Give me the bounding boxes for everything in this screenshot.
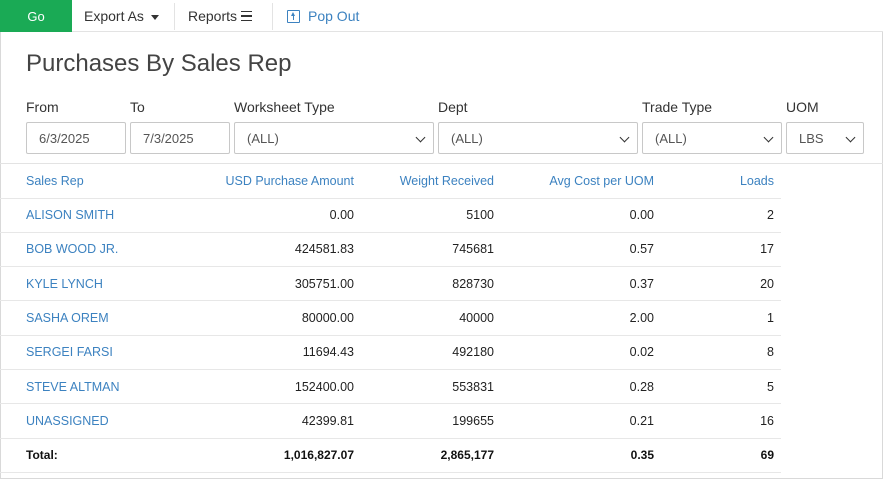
- table-row: KYLE LYNCH 305751.00 828730 0.37 20: [0, 266, 781, 302]
- hamburger-icon: [241, 11, 253, 21]
- column-header-usd-purchase-amount[interactable]: USD Purchase Amount: [160, 164, 354, 199]
- table-row: BOB WOOD JR. 424581.83 745681 0.57 17: [0, 232, 781, 268]
- go-button[interactable]: Go: [0, 0, 72, 32]
- chevron-down-icon: [415, 132, 426, 143]
- row-spacer: [774, 266, 781, 302]
- table-header-row: Sales Rep USD Purchase Amount Weight Rec…: [0, 164, 781, 199]
- column-header-weight-received[interactable]: Weight Received: [354, 164, 494, 199]
- to-label: To: [130, 99, 145, 115]
- dept-label: Dept: [438, 99, 468, 115]
- column-header-loads[interactable]: Loads: [654, 164, 774, 199]
- sales-rep-link[interactable]: ALISON SMITH: [0, 198, 160, 233]
- usd-amount-cell: 152400.00: [160, 369, 354, 405]
- trade-type-label: Trade Type: [642, 99, 713, 115]
- uom-value: LBS: [799, 130, 824, 146]
- trade-type-value: (ALL): [655, 130, 687, 146]
- row-spacer: [774, 300, 781, 336]
- usd-amount-cell: 424581.83: [160, 232, 354, 268]
- from-label: From: [26, 99, 59, 115]
- table-row: ALISON SMITH 0.00 5100 0.00 2: [0, 198, 781, 233]
- weight-cell: 5100: [354, 198, 494, 233]
- export-as-label: Export As: [84, 8, 144, 24]
- chevron-down-icon: [845, 132, 856, 143]
- row-spacer: [774, 369, 781, 405]
- row-spacer: [774, 198, 781, 233]
- weight-cell: 492180: [354, 335, 494, 370]
- usd-amount-cell: 42399.81: [160, 403, 354, 439]
- page-title: Purchases By Sales Rep: [26, 50, 292, 77]
- worksheet-type-value: (ALL): [247, 130, 279, 146]
- dept-select[interactable]: (ALL): [438, 122, 638, 154]
- toolbar: Go Export As Reports Pop Out: [0, 0, 883, 32]
- column-spacer: [774, 164, 781, 199]
- row-spacer: [774, 438, 781, 473]
- usd-amount-cell: 80000.00: [160, 300, 354, 336]
- sales-rep-link[interactable]: KYLE LYNCH: [0, 266, 160, 302]
- loads-cell: 5: [654, 369, 774, 405]
- weight-cell: 40000: [354, 300, 494, 336]
- uom-label: UOM: [786, 99, 819, 115]
- avg-cost-cell: 0.57: [494, 232, 654, 268]
- pop-out-button[interactable]: Pop Out: [287, 0, 359, 32]
- reports-menu[interactable]: Reports: [188, 0, 253, 32]
- export-as-dropdown[interactable]: Export As: [84, 0, 159, 32]
- column-header-sales-rep[interactable]: Sales Rep: [0, 164, 160, 199]
- reports-label: Reports: [188, 8, 238, 24]
- loads-cell: 8: [654, 335, 774, 370]
- sales-rep-link[interactable]: BOB WOOD JR.: [0, 232, 160, 268]
- toolbar-divider: [174, 3, 175, 30]
- sales-rep-link[interactable]: SERGEI FARSI: [0, 335, 160, 370]
- table-row: SASHA OREM 80000.00 40000 2.00 1: [0, 300, 781, 336]
- sales-rep-table: Sales Rep USD Purchase Amount Weight Rec…: [0, 164, 781, 473]
- total-loads: 69: [654, 438, 774, 473]
- total-weight: 2,865,177: [354, 438, 494, 473]
- row-spacer: [774, 403, 781, 439]
- loads-cell: 2: [654, 198, 774, 233]
- weight-cell: 199655: [354, 403, 494, 439]
- table-total-row: Total: 1,016,827.07 2,865,177 0.35 69: [0, 438, 781, 473]
- total-avg-cost: 0.35: [494, 438, 654, 473]
- loads-cell: 1: [654, 300, 774, 336]
- avg-cost-cell: 0.00: [494, 198, 654, 233]
- sales-rep-link[interactable]: SASHA OREM: [0, 300, 160, 336]
- weight-cell: 745681: [354, 232, 494, 268]
- loads-cell: 16: [654, 403, 774, 439]
- dept-value: (ALL): [451, 130, 483, 146]
- total-usd-amount: 1,016,827.07: [160, 438, 354, 473]
- table-row: STEVE ALTMAN 152400.00 553831 0.28 5: [0, 369, 781, 405]
- trade-type-select[interactable]: (ALL): [642, 122, 782, 154]
- worksheet-type-label: Worksheet Type: [234, 99, 335, 115]
- from-date-input[interactable]: 6/3/2025: [26, 122, 126, 154]
- column-header-avg-cost[interactable]: Avg Cost per UOM: [494, 164, 654, 199]
- loads-cell: 20: [654, 266, 774, 302]
- weight-cell: 828730: [354, 266, 494, 302]
- toolbar-divider: [272, 3, 273, 30]
- uom-select[interactable]: LBS: [786, 122, 864, 154]
- to-date-input[interactable]: 7/3/2025: [130, 122, 230, 154]
- avg-cost-cell: 0.02: [494, 335, 654, 370]
- loads-cell: 17: [654, 232, 774, 268]
- avg-cost-cell: 0.21: [494, 403, 654, 439]
- avg-cost-cell: 0.37: [494, 266, 654, 302]
- caret-down-icon: [150, 14, 159, 20]
- table-row: SERGEI FARSI 11694.43 492180 0.02 8: [0, 335, 781, 370]
- table-row: UNASSIGNED 42399.81 199655 0.21 16: [0, 403, 781, 439]
- chevron-down-icon: [763, 132, 774, 143]
- pop-out-icon: [287, 9, 300, 23]
- row-spacer: [774, 232, 781, 268]
- chevron-down-icon: [619, 132, 630, 143]
- total-label: Total:: [0, 438, 160, 473]
- avg-cost-cell: 2.00: [494, 300, 654, 336]
- usd-amount-cell: 11694.43: [160, 335, 354, 370]
- sales-rep-link[interactable]: STEVE ALTMAN: [0, 369, 160, 405]
- sales-rep-link[interactable]: UNASSIGNED: [0, 403, 160, 439]
- row-spacer: [774, 335, 781, 370]
- weight-cell: 553831: [354, 369, 494, 405]
- usd-amount-cell: 305751.00: [160, 266, 354, 302]
- worksheet-type-select[interactable]: (ALL): [234, 122, 434, 154]
- pop-out-label: Pop Out: [308, 8, 360, 24]
- avg-cost-cell: 0.28: [494, 369, 654, 405]
- usd-amount-cell: 0.00: [160, 198, 354, 233]
